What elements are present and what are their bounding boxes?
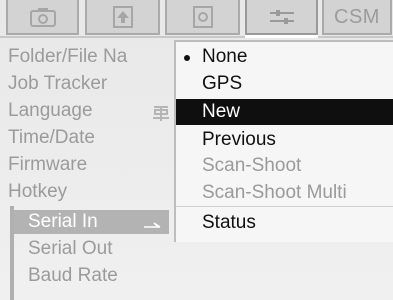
menu-item-time-date[interactable]: Time/Date [8,126,95,150]
menu-item-job-tracker[interactable]: Job Tracker [8,72,107,96]
option-new-label: New [202,101,241,122]
expand-arrow-icon [144,222,161,228]
option-scan-shoot: Scan-Shoot [176,153,393,179]
active-tab-indicator [245,35,318,38]
tab-camera[interactable] [6,0,79,35]
options-divider [176,206,393,207]
language-icon [153,106,169,121]
menu-item-firmware[interactable]: Firmware [8,153,87,177]
option-previous[interactable]: Previous [176,127,393,153]
option-scan-shoot-multi: Scan-Shoot Multi [176,180,393,206]
option-previous-label: Previous [202,129,276,150]
option-gps[interactable]: GPS [176,71,393,97]
option-scan-shoot-label: Scan-Shoot [202,155,302,176]
option-status[interactable]: Status [176,210,393,236]
image-icon [192,5,213,28]
selected-bullet-icon [184,55,190,61]
tab-csm-label: CSM [334,6,380,28]
menu-item-language[interactable]: Language [8,99,93,123]
submenu-item-serial-out[interactable]: Serial Out [14,237,112,261]
menu-item-hotkey[interactable]: Hotkey [8,180,67,204]
settings-menu: Folder/File Na Job Tracker Language Time… [0,40,175,300]
tab-upload[interactable] [85,0,160,35]
tab-bar-divider [0,36,393,38]
option-none[interactable]: None [176,44,393,70]
option-none-label: None [202,46,248,67]
option-status-label: Status [202,212,256,233]
tab-csm[interactable]: CSM [322,0,392,35]
submenu-item-baud-rate[interactable]: Baud Rate [14,264,118,288]
serial-in-options-popup: None GPS New Previous Scan-Shoot Scan-Sh… [174,40,393,242]
settings-screen: CSM Folder/File Na Job Tracker Language … [0,0,393,300]
camera-icon [29,7,56,27]
upload-icon [112,5,133,28]
tab-image[interactable] [165,0,240,35]
menu-item-folder-file-name[interactable]: Folder/File Na [8,45,127,69]
option-scan-shoot-multi-label: Scan-Shoot Multi [202,182,347,203]
option-gps-label: GPS [202,73,243,94]
settings-sliders-icon [269,9,294,24]
option-new[interactable]: New [176,99,393,125]
tab-settings[interactable] [245,0,318,35]
